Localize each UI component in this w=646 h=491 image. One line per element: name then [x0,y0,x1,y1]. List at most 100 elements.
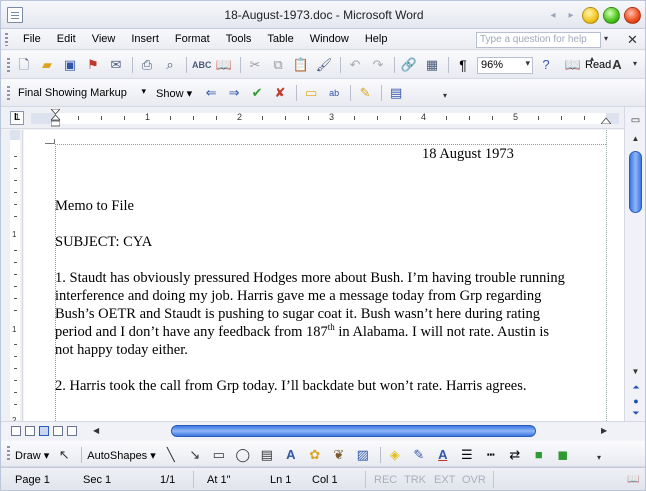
next-page-icon[interactable]: ⏷ [631,408,641,419]
rectangle-icon[interactable]: ▭ [210,446,228,464]
toolbar-grip[interactable] [7,86,10,101]
menu-edit[interactable]: Edit [49,33,84,45]
vertical-scrollbar[interactable]: ▭ ▲ ▼ ⏶ ● ⏷ [624,107,645,421]
picture-icon[interactable]: ▨ [354,446,372,464]
line-icon[interactable]: ╲ [162,446,180,464]
web-layout-view-icon[interactable] [25,426,35,436]
forward-icon[interactable]: ▸ [564,9,578,23]
maximize-button[interactable] [603,7,620,24]
toolbar-options-icon-4[interactable]: ▾ [597,453,601,462]
spelling-status-icon[interactable]: 📖 [627,474,639,485]
scroll-down-icon[interactable]: ▼ [629,365,642,378]
research-icon[interactable]: 📖 [215,56,233,74]
highlight-icon[interactable]: ab [325,84,343,102]
show-menu-button[interactable]: Show ▾ [156,87,192,100]
reviewing-pane-icon[interactable]: ▤ [387,84,405,102]
toolbar-grip[interactable] [7,58,10,73]
help-icon[interactable]: ? [537,56,555,74]
open-folder-icon[interactable]: ▰ [38,56,56,74]
menu-table[interactable]: Table [259,33,301,45]
help-search-input[interactable]: Type a question for help [476,32,601,48]
reject-change-icon[interactable]: ✘ [271,84,289,102]
horizontal-scrollbar[interactable]: ◀ ▶ [1,421,645,440]
horizontal-ruler[interactable]: 1 1 2 3 4 5 [15,109,619,127]
toolbar-options-icon-2[interactable]: ▾ [633,59,637,68]
status-ext[interactable]: EXT [434,474,455,486]
draw-menu-button[interactable]: Draw ▾ [15,449,49,462]
3d-style-icon[interactable]: ◼ [554,446,572,464]
toolbar-grip[interactable] [7,446,10,461]
menu-tools[interactable]: Tools [218,33,260,45]
paste-icon[interactable]: 📋 [292,56,310,74]
help-dropdown-icon[interactable]: ▾ [604,34,608,43]
status-rec[interactable]: REC [374,474,397,486]
cut-icon[interactable]: ✂ [246,56,264,74]
document-close-icon[interactable]: ✕ [627,32,638,48]
email-icon[interactable]: ✉ [107,56,125,74]
save-icon[interactable]: ▣ [61,56,79,74]
close-button[interactable] [624,7,641,24]
minimize-button[interactable] [582,7,599,24]
menu-file[interactable]: File [15,33,49,45]
status-ovr[interactable]: OVR [462,474,486,486]
print-preview-icon[interactable]: ⌕ [161,56,179,74]
menu-view[interactable]: View [84,33,124,45]
print-icon[interactable]: ⎙ [138,56,156,74]
toolbar-options-icon-3[interactable]: ▾ [443,91,447,100]
font-icon[interactable]: A [608,56,626,74]
zoom-select[interactable]: 96% [477,56,533,74]
menu-window[interactable]: Window [302,33,357,45]
undo-icon[interactable]: ↶ [346,56,364,74]
ruler-toggle-icon[interactable]: ▭ [629,114,642,127]
permission-icon[interactable]: ⚑ [84,56,102,74]
track-changes-icon[interactable]: ✎ [356,84,374,102]
copy-icon[interactable]: ⧉ [269,56,287,74]
wordart-icon[interactable]: A [282,446,300,464]
scroll-left-icon[interactable]: ◀ [93,426,99,435]
print-layout-view-icon[interactable] [39,426,49,436]
menu-insert[interactable]: Insert [123,33,167,45]
vertical-ruler[interactable]: 1 1 2 [1,130,23,425]
scroll-right-icon[interactable]: ▶ [601,426,607,435]
vertical-scroll-thumb[interactable] [629,151,642,213]
arrow-style-icon[interactable]: ⇄ [506,446,524,464]
indent-markers[interactable] [51,109,60,128]
line-color-icon[interactable]: ✎ [410,446,428,464]
font-color-icon[interactable]: A [434,446,452,464]
spelling-icon[interactable]: ABC [192,56,212,74]
document-area[interactable]: 18 August 1973 Memo to File SUBJECT: CYA… [24,130,624,421]
arrow-icon[interactable]: ↘ [186,446,204,464]
dash-style-icon[interactable]: ┅ [482,446,500,464]
text-box-icon[interactable]: ▤ [258,446,276,464]
select-browse-object-icon[interactable]: ● [631,396,641,406]
status-trk[interactable]: TRK [404,474,426,486]
fill-color-icon[interactable]: ◈ [386,446,404,464]
accept-change-icon[interactable]: ✔ [248,84,266,102]
diagram-icon[interactable]: ✿ [306,446,324,464]
autoshapes-menu-button[interactable]: AutoShapes ▾ [87,449,156,462]
oval-icon[interactable]: ◯ [234,446,252,464]
right-indent-marker[interactable] [601,116,611,124]
show-hide-paragraph-icon[interactable]: ¶ [454,56,472,74]
insert-comment-icon[interactable]: ▭ [302,84,320,102]
next-change-icon[interactable]: ⇒ [225,84,243,102]
outline-view-icon[interactable] [53,426,63,436]
back-icon[interactable]: ◂ [546,9,560,23]
clip-art-icon[interactable]: ❦ [330,446,348,464]
display-for-review-select[interactable]: Final Showing Markup [15,85,150,102]
normal-view-icon[interactable] [11,426,21,436]
new-document-icon[interactable]: 🗋 [15,56,33,74]
shadow-style-icon[interactable]: ■ [530,446,548,464]
select-objects-icon[interactable]: ↖ [55,446,73,464]
format-painter-icon[interactable]: 🖌 [315,56,333,74]
redo-icon[interactable]: ↷ [369,56,387,74]
previous-page-icon[interactable]: ⏶ [631,382,641,393]
menu-help[interactable]: Help [357,33,396,45]
reading-layout-view-icon[interactable] [67,426,77,436]
toolbar-options-icon[interactable]: ▴ [590,54,594,63]
table-icon[interactable]: ▦ [423,56,441,74]
previous-change-icon[interactable]: ⇐ [202,84,220,102]
menubar-grip[interactable] [5,33,8,46]
horizontal-scroll-thumb[interactable] [171,425,536,437]
read-button[interactable]: 📖 Read [564,56,611,74]
